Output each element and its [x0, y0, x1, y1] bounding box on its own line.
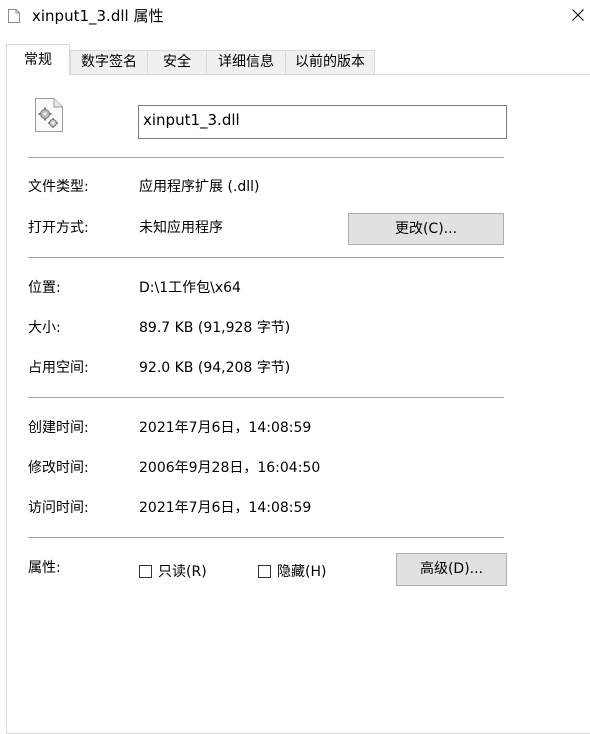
change-button[interactable]: 更改(C)...: [348, 213, 504, 245]
size-on-disk-label: 占用空间:: [28, 360, 89, 376]
tab-digital-signatures[interactable]: 数字签名: [70, 50, 148, 74]
opens-with-label: 打开方式:: [28, 220, 89, 236]
tab-digital-signatures-label: 数字签名: [81, 54, 137, 70]
window-title: xinput1_3.dll 属性: [32, 7, 164, 25]
attributes-label: 属性:: [28, 560, 61, 576]
location-value: D:\1工作包\x64: [139, 280, 241, 296]
accessed-value: 2021年7月6日，14:08:59: [139, 500, 312, 516]
size-value: 89.7 KB (91,928 字节): [139, 320, 291, 336]
general-panel: [6, 74, 590, 734]
tab-general-label: 常规: [24, 52, 52, 68]
opens-with-value: 未知应用程序: [139, 220, 223, 236]
size-label: 大小:: [28, 320, 61, 336]
hidden-checkbox[interactable]: 隐藏(H): [258, 562, 338, 582]
advanced-button[interactable]: 高级(D)...: [396, 553, 507, 586]
size-on-disk-value: 92.0 KB (94,208 字节): [139, 360, 291, 376]
location-label: 位置:: [28, 280, 61, 296]
divider-1: [28, 157, 504, 158]
tab-details[interactable]: 详细信息: [206, 50, 286, 74]
readonly-checkbox[interactable]: 只读(R): [139, 562, 219, 582]
tab-security-label: 安全: [163, 54, 191, 70]
tab-general[interactable]: 常规: [6, 44, 70, 75]
readonly-checkbox-box[interactable]: [139, 565, 152, 578]
hidden-checkbox-label: 隐藏(H): [277, 564, 327, 580]
tab-security[interactable]: 安全: [147, 50, 207, 74]
close-icon: [572, 9, 584, 21]
modified-value: 2006年9月28日，16:04:50: [139, 460, 321, 476]
title-bar: xinput1_3.dll 属性: [0, 0, 590, 32]
divider-3: [28, 397, 504, 398]
close-button[interactable]: [560, 0, 590, 32]
tab-details-label: 详细信息: [218, 54, 274, 70]
hidden-checkbox-box[interactable]: [258, 565, 271, 578]
tab-previous-versions[interactable]: 以前的版本: [285, 50, 375, 74]
file-type-label: 文件类型:: [28, 179, 89, 195]
created-value: 2021年7月6日，14:08:59: [139, 420, 312, 436]
modified-label: 修改时间:: [28, 460, 89, 476]
created-label: 创建时间:: [28, 420, 89, 436]
tab-previous-versions-label: 以前的版本: [295, 54, 365, 70]
change-button-label: 更改(C)...: [394, 221, 458, 237]
file-icon: [8, 9, 20, 23]
file-name-input[interactable]: xinput1_3.dll: [138, 105, 507, 139]
dll-gear-file-icon: [35, 98, 63, 132]
readonly-checkbox-label: 只读(R): [158, 564, 207, 580]
accessed-label: 访问时间:: [28, 500, 89, 516]
divider-4: [28, 537, 504, 538]
advanced-button-label: 高级(D)...: [419, 561, 484, 577]
file-name-value: xinput1_3.dll: [143, 111, 240, 129]
file-type-value: 应用程序扩展 (.dll): [139, 179, 260, 195]
divider-2: [28, 257, 504, 258]
